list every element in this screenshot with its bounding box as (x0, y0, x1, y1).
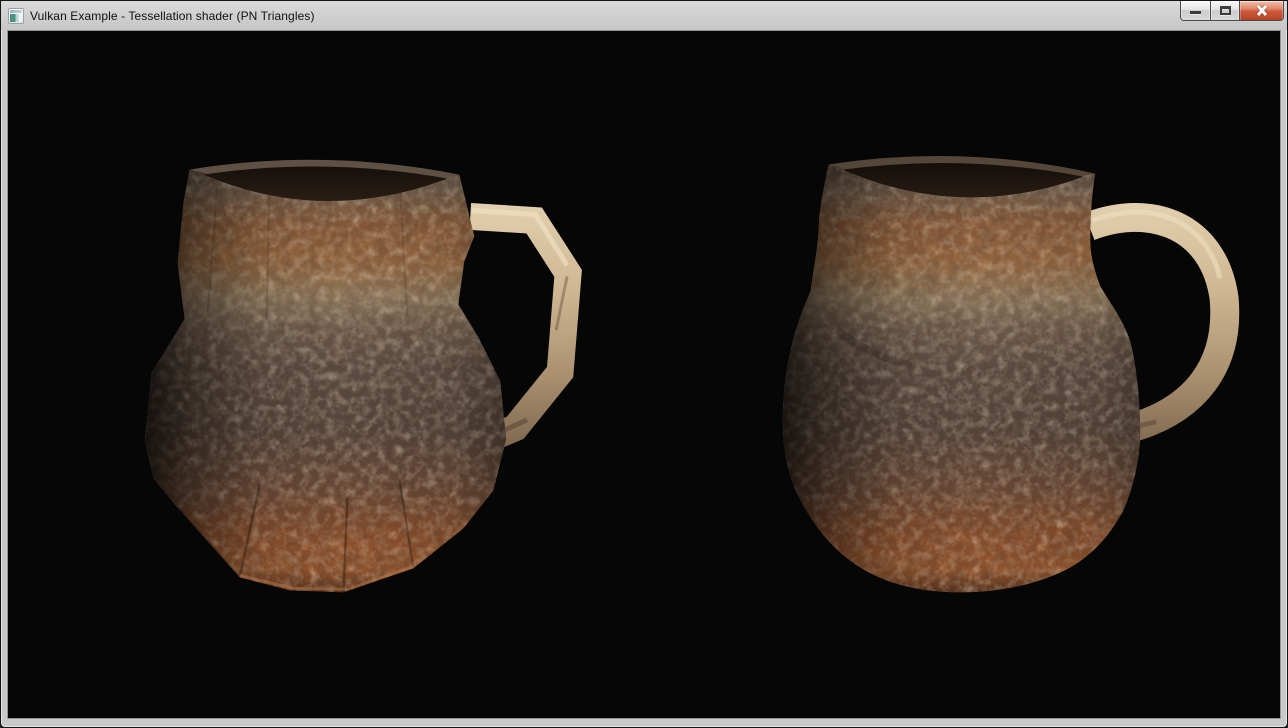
maximize-button[interactable] (1210, 1, 1240, 21)
close-icon (1254, 4, 1270, 18)
vulkan-scene (8, 31, 1280, 718)
jug-right (777, 151, 1225, 605)
minimize-button[interactable] (1180, 1, 1211, 21)
close-button[interactable] (1239, 1, 1284, 21)
render-viewport[interactable] (7, 30, 1281, 719)
window-titlebar[interactable]: Vulkan Example - Tessellation shader (PN… (1, 1, 1287, 30)
window-title: Vulkan Example - Tessellation shader (PN… (30, 9, 315, 23)
maximize-icon (1220, 6, 1231, 15)
minimize-icon (1190, 11, 1201, 14)
app-icon-titlebar-stripe (10, 10, 22, 13)
window-controls (1180, 1, 1284, 21)
jug-left (138, 156, 568, 605)
app-icon-content (10, 14, 22, 22)
app-icon[interactable] (8, 8, 24, 24)
application-window: Vulkan Example - Tessellation shader (PN… (0, 0, 1288, 728)
